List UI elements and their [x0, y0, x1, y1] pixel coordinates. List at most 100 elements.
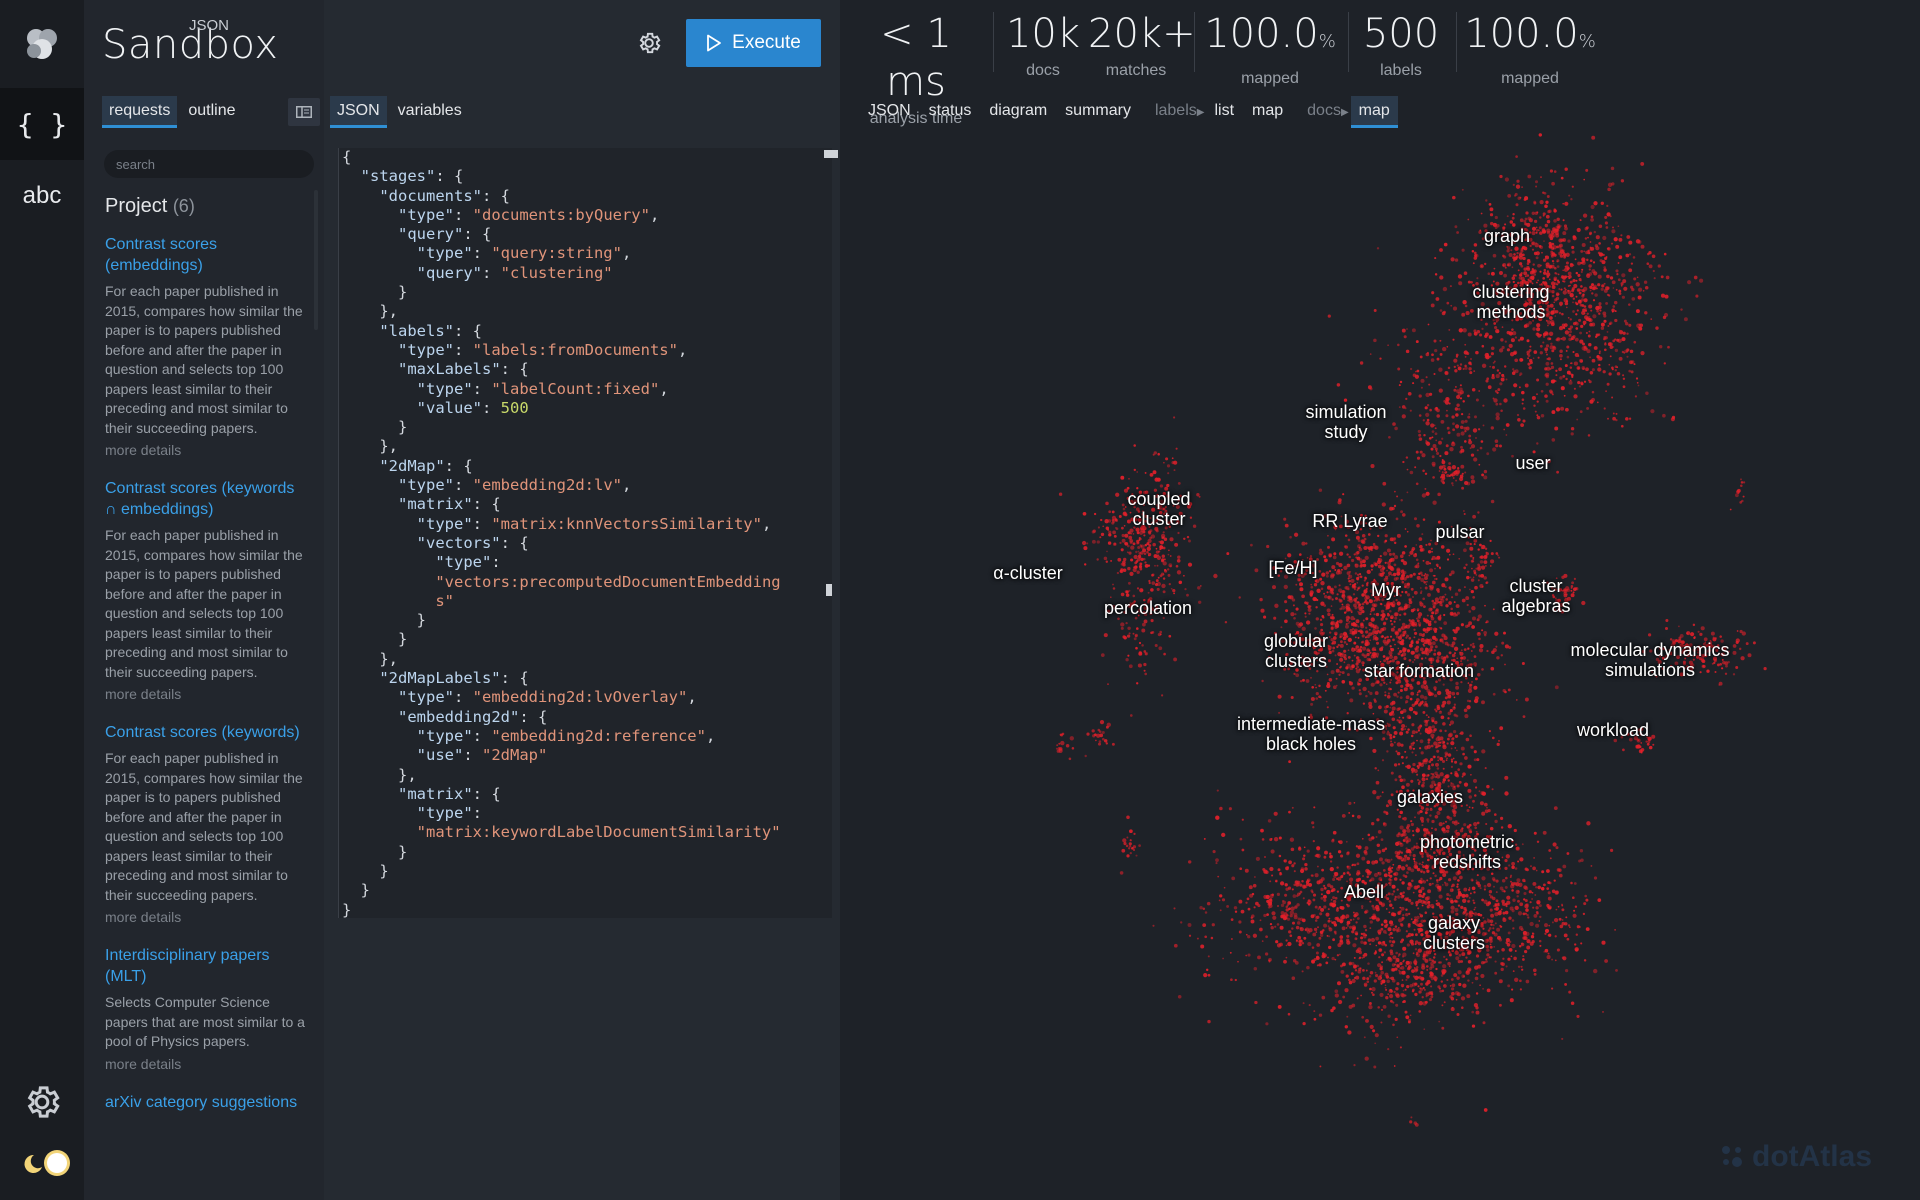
map-document-point[interactable]	[1468, 367, 1472, 371]
map-document-point[interactable]	[1351, 558, 1355, 563]
map-document-point[interactable]	[1196, 493, 1200, 497]
map-document-point[interactable]	[1512, 274, 1516, 277]
map-document-point[interactable]	[1504, 663, 1506, 666]
map-document-point[interactable]	[1321, 868, 1324, 872]
map-document-point[interactable]	[1399, 731, 1404, 736]
map-document-point[interactable]	[1306, 965, 1310, 970]
map-document-point[interactable]	[1168, 634, 1172, 638]
map-document-point[interactable]	[1349, 918, 1353, 922]
map-document-point[interactable]	[1403, 657, 1407, 661]
map-document-point[interactable]	[1470, 650, 1473, 652]
map-document-point[interactable]	[1270, 849, 1275, 854]
map-document-point[interactable]	[1393, 504, 1397, 508]
map-document-point[interactable]	[1310, 585, 1314, 589]
map-document-point[interactable]	[1404, 590, 1408, 594]
map-document-point[interactable]	[1429, 814, 1432, 817]
map-document-point[interactable]	[1319, 912, 1323, 916]
map-document-point[interactable]	[1122, 560, 1126, 565]
map-document-point[interactable]	[1434, 775, 1438, 779]
map-document-point[interactable]	[1370, 623, 1375, 628]
map-document-point[interactable]	[1412, 741, 1415, 745]
map-document-point[interactable]	[1356, 650, 1358, 653]
map-document-point[interactable]	[1391, 906, 1395, 910]
map-document-point[interactable]	[1457, 822, 1460, 825]
map-document-point[interactable]	[1152, 542, 1156, 547]
map-document-point[interactable]	[1582, 260, 1586, 263]
request-title[interactable]: Contrast scores (embeddings)	[105, 234, 305, 276]
map-document-point[interactable]	[1239, 837, 1243, 841]
map-document-point[interactable]	[1575, 295, 1578, 298]
map-document-point[interactable]	[1473, 331, 1478, 336]
map-document-point[interactable]	[1410, 734, 1414, 738]
map-document-point[interactable]	[1431, 455, 1435, 459]
map-document-point[interactable]	[1405, 765, 1408, 768]
map-document-point[interactable]	[1324, 689, 1327, 692]
map-document-point[interactable]	[1283, 517, 1287, 521]
map-document-point[interactable]	[1387, 892, 1391, 896]
map-document-point[interactable]	[1445, 598, 1448, 601]
map-document-point[interactable]	[1412, 747, 1415, 750]
map-document-point[interactable]	[1524, 275, 1527, 278]
map-document-point[interactable]	[1436, 706, 1441, 711]
map-document-point[interactable]	[1219, 806, 1223, 811]
map-document-point[interactable]	[1457, 904, 1461, 907]
map-document-point[interactable]	[1567, 316, 1570, 319]
map-document-point[interactable]	[1326, 935, 1329, 937]
map-document-point[interactable]	[1415, 558, 1419, 562]
map-document-point[interactable]	[1399, 380, 1403, 384]
map-document-point[interactable]	[1484, 554, 1488, 559]
map-document-point[interactable]	[1615, 412, 1618, 415]
map-document-point[interactable]	[1413, 590, 1418, 595]
map-document-point[interactable]	[1160, 533, 1166, 539]
map-document-point[interactable]	[1474, 794, 1477, 797]
map-document-point[interactable]	[1604, 215, 1608, 219]
map-document-point[interactable]	[1492, 608, 1495, 611]
map-document-point[interactable]	[1416, 691, 1419, 694]
map-document-point[interactable]	[1484, 809, 1489, 814]
map-document-point[interactable]	[1299, 890, 1303, 894]
map-document-point[interactable]	[1285, 956, 1288, 959]
map-document-point[interactable]	[1336, 593, 1339, 596]
map-document-point[interactable]	[1372, 790, 1377, 795]
map-document-point[interactable]	[1347, 637, 1352, 643]
map-document-point[interactable]	[1331, 649, 1335, 653]
map-document-point[interactable]	[1355, 937, 1358, 940]
map-document-point[interactable]	[1369, 1024, 1374, 1029]
map-document-point[interactable]	[1129, 538, 1134, 543]
map-document-point[interactable]	[1340, 969, 1345, 974]
map-document-point[interactable]	[1367, 690, 1370, 693]
map-document-point[interactable]	[1196, 937, 1199, 940]
map-document-point[interactable]	[1330, 605, 1333, 607]
map-document-point[interactable]	[1512, 183, 1515, 187]
map-document-point[interactable]	[1484, 547, 1488, 550]
map-document-point[interactable]	[1318, 684, 1321, 688]
map-document-point[interactable]	[1284, 893, 1288, 897]
map-document-point[interactable]	[1332, 646, 1336, 650]
map-document-point[interactable]	[1468, 795, 1472, 799]
map-document-point[interactable]	[1417, 828, 1420, 830]
map-document-point[interactable]	[1210, 936, 1214, 940]
map-document-point[interactable]	[1519, 336, 1524, 341]
map-document-point[interactable]	[1587, 334, 1591, 338]
map-document-point[interactable]	[1597, 274, 1602, 279]
map-document-point[interactable]	[1567, 271, 1572, 276]
map-document-point[interactable]	[1346, 920, 1351, 925]
map-document-point[interactable]	[1436, 755, 1440, 759]
map-document-point[interactable]	[1357, 845, 1362, 850]
map-document-point[interactable]	[1392, 726, 1396, 730]
map-document-point[interactable]	[1483, 633, 1487, 637]
map-document-point[interactable]	[1590, 218, 1594, 222]
map-document-point[interactable]	[1173, 943, 1178, 948]
map-document-point[interactable]	[1422, 469, 1425, 473]
map-document-point[interactable]	[1459, 363, 1463, 366]
map-document-point[interactable]	[1311, 946, 1315, 949]
map-document-point[interactable]	[1400, 894, 1405, 899]
map-document-point[interactable]	[1371, 904, 1375, 908]
map-document-point[interactable]	[1495, 444, 1499, 448]
map-document-point[interactable]	[1293, 862, 1296, 865]
map-document-point[interactable]	[1259, 597, 1263, 602]
map-document-point[interactable]	[1359, 630, 1363, 633]
map-document-point[interactable]	[1556, 265, 1560, 268]
map-document-point[interactable]	[1600, 201, 1604, 205]
map-document-point[interactable]	[1382, 869, 1386, 872]
